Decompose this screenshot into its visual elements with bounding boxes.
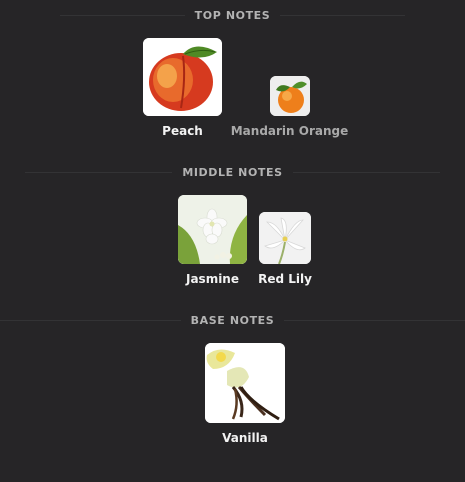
note-label: Red Lily xyxy=(258,272,312,286)
peach-icon xyxy=(143,38,222,116)
note-label: Mandarin Orange xyxy=(230,124,349,138)
note-label: Jasmine xyxy=(185,272,239,286)
note-mandarin-orange[interactable]: Mandarin Orange xyxy=(230,76,349,138)
section-title: MIDDLE NOTES xyxy=(172,165,293,179)
note-vanilla[interactable]: Vanilla xyxy=(204,343,286,445)
jasmine-icon xyxy=(178,195,247,264)
note-red-lily[interactable]: Red Lily xyxy=(255,212,315,286)
section-header-middle-notes: MIDDLE NOTES xyxy=(0,164,465,180)
section-title: TOP NOTES xyxy=(184,8,281,22)
note-label: Vanilla xyxy=(222,431,268,445)
note-label: Peach xyxy=(162,124,203,138)
red-lily-icon xyxy=(259,212,311,264)
section-header-top-notes: TOP NOTES xyxy=(0,7,465,23)
section-title: BASE NOTES xyxy=(180,313,285,327)
note-peach[interactable]: Peach xyxy=(143,38,222,138)
vanilla-icon xyxy=(205,343,285,423)
note-jasmine[interactable]: Jasmine xyxy=(173,195,252,286)
section-header-base-notes: BASE NOTES xyxy=(0,312,465,328)
mandarin-orange-icon xyxy=(269,76,310,116)
